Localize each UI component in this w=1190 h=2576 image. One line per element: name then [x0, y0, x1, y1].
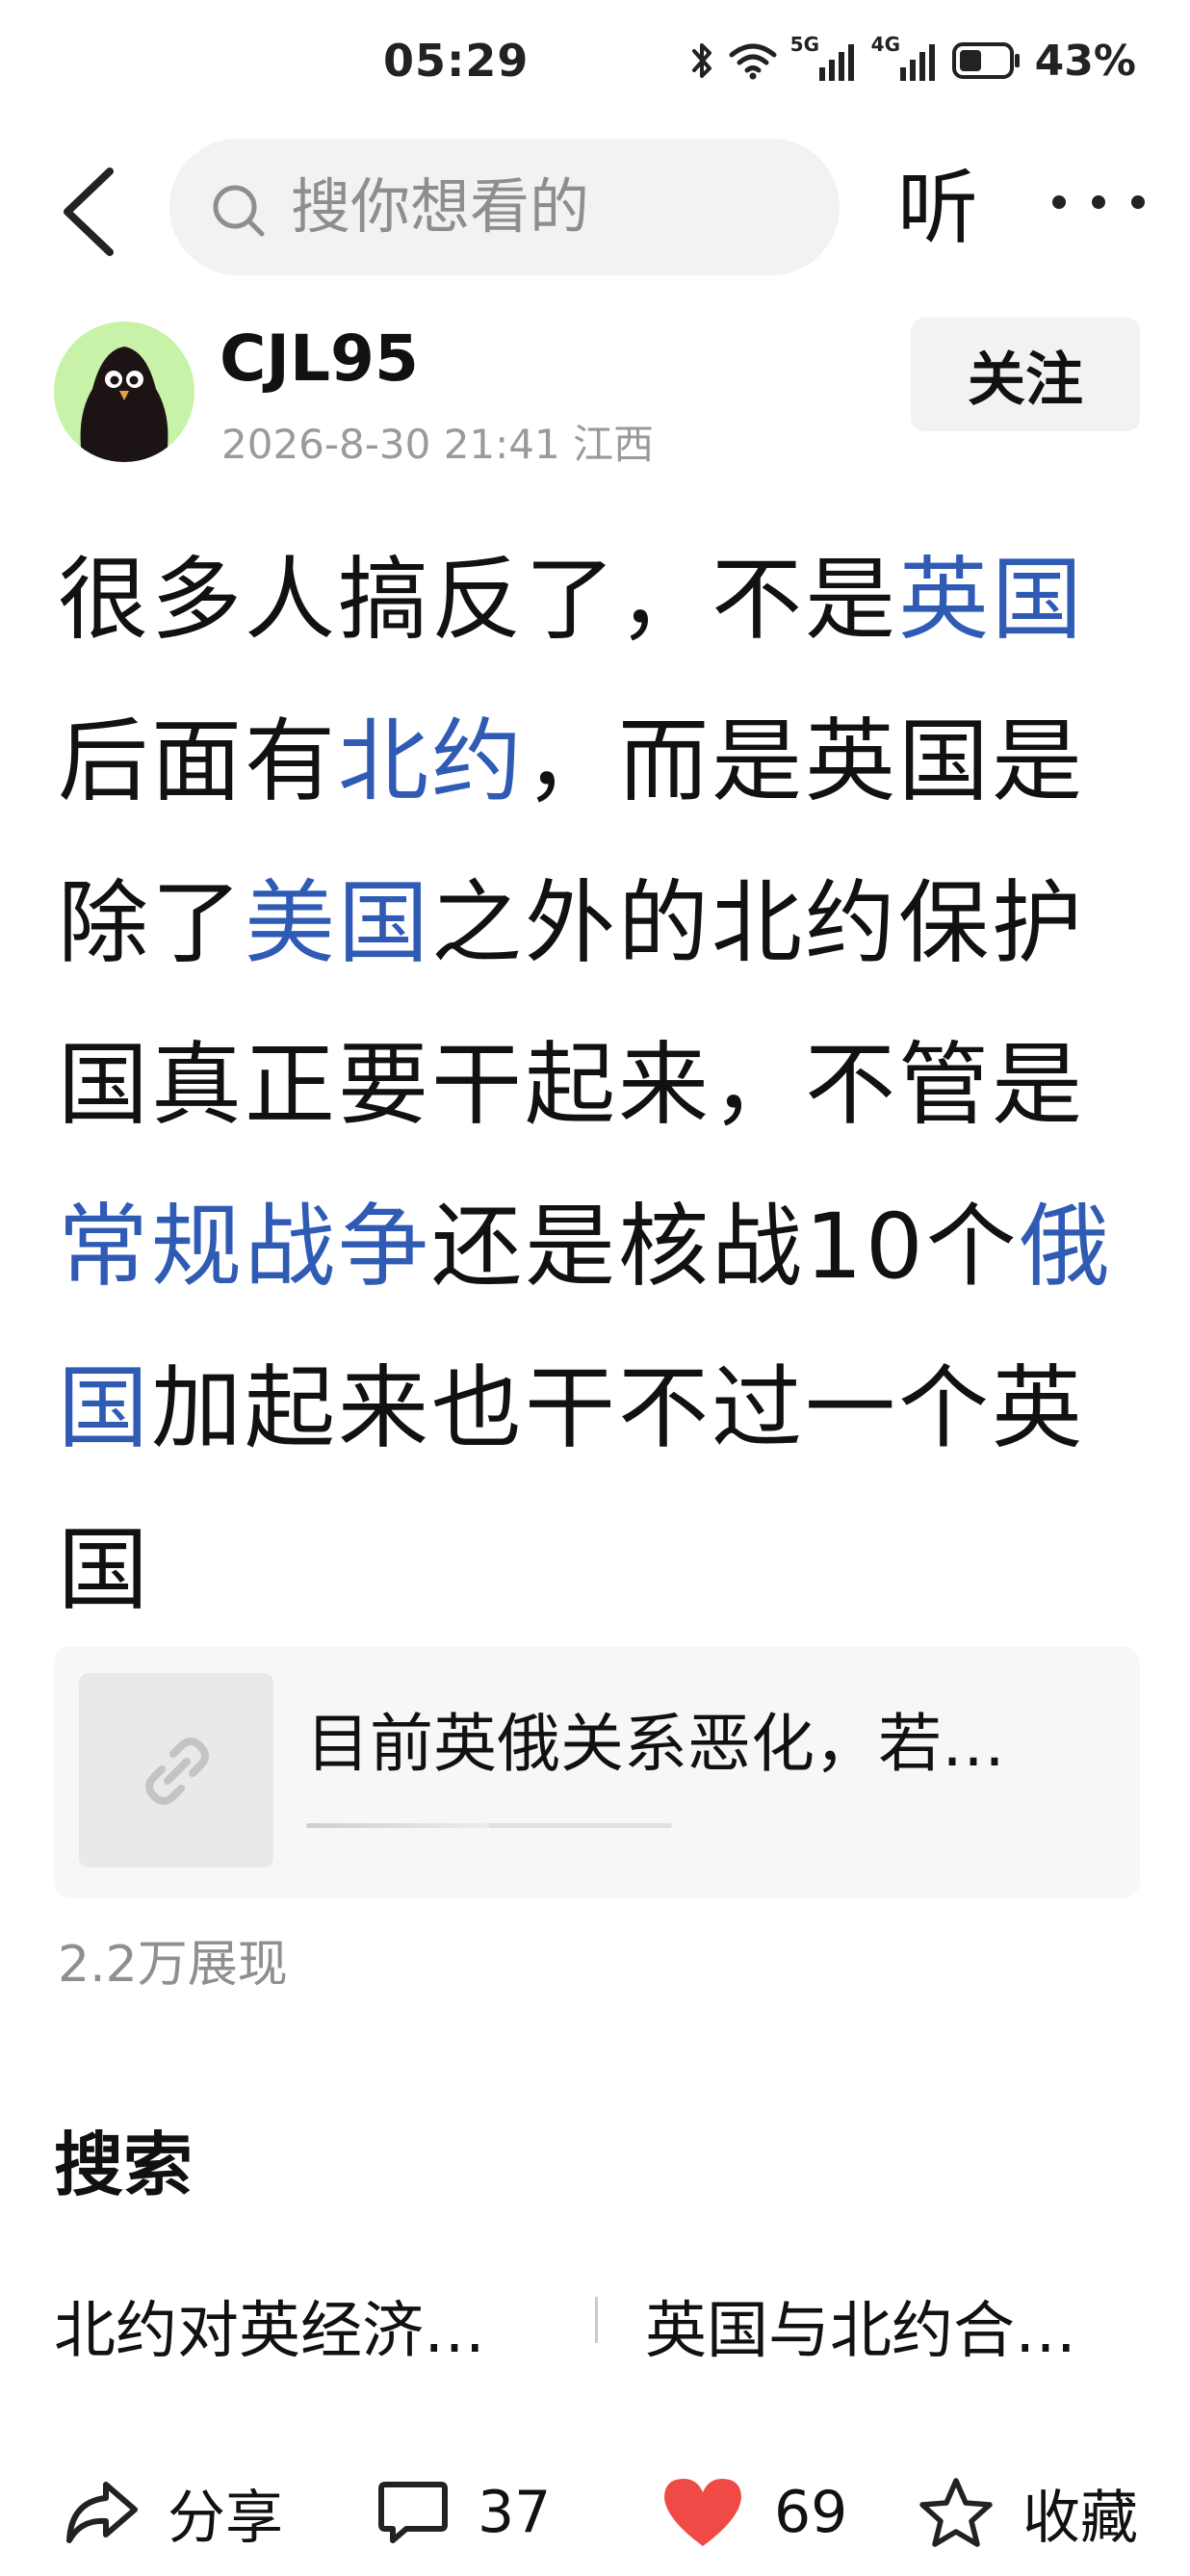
chevron-left-icon — [64, 167, 114, 256]
more-dots-icon — [1052, 195, 1145, 209]
more-options-button[interactable] — [1046, 173, 1151, 231]
action-bar: 分享 37 69 收藏 — [0, 2445, 1190, 2570]
comment-icon — [378, 2482, 448, 2543]
link-loading-fill — [306, 1823, 489, 1828]
keyword-link[interactable]: 常规战争 — [58, 1195, 431, 1300]
post-text-segment: 后面有 — [58, 709, 339, 814]
favorite-label: 收藏 — [1022, 2484, 1138, 2552]
back-button[interactable] — [54, 164, 121, 260]
link-thumbnail — [79, 1673, 273, 1868]
search-icon — [213, 185, 265, 237]
share-button[interactable]: 分享 — [64, 2464, 283, 2561]
like-button[interactable]: 69 — [660, 2464, 847, 2561]
wifi-icon — [729, 41, 777, 80]
post-text-segment: 加起来也干不过一个英国 — [58, 1356, 1086, 1623]
link-title: 目前英俄关系恶化，若… — [306, 1707, 1005, 1781]
battery-percent: 43% — [1034, 36, 1136, 86]
status-icons: 5G 4G 43% — [690, 33, 1136, 86]
search-suggestion[interactable]: 北约对英经济… — [54, 2281, 485, 2370]
link-card[interactable]: 目前英俄关系恶化，若… — [54, 1646, 1140, 1898]
listen-button[interactable]: 听 — [897, 160, 978, 256]
favorite-button[interactable]: 收藏 — [918, 2464, 1138, 2561]
keyword-link[interactable]: 北约 — [338, 709, 525, 814]
post-time-location: 2026-8-30 21:41 江西 — [221, 421, 655, 468]
bird-avatar-icon — [54, 322, 194, 462]
keyword-link[interactable]: 美国 — [245, 871, 431, 976]
heart-icon — [664, 2479, 741, 2546]
battery-icon — [951, 41, 1022, 80]
post-text-segment: 还是核战10个 — [431, 1195, 1020, 1300]
like-count: 69 — [774, 2479, 848, 2546]
signal-4g-icon: 4G — [871, 33, 939, 83]
keyword-link[interactable]: 英国 — [898, 548, 1085, 653]
share-label: 分享 — [168, 2484, 283, 2552]
search-bar[interactable] — [169, 139, 840, 275]
status-time: 05:29 — [383, 35, 530, 87]
author-row: CJL95 2026-8-30 21:41 江西 关注 — [0, 318, 1190, 472]
search-suggestion[interactable]: 英国与北约合… — [645, 2281, 1076, 2370]
signal-5g-icon: 5G — [790, 33, 858, 83]
comment-button[interactable]: 37 — [377, 2464, 551, 2561]
link-icon — [145, 1738, 209, 1805]
bluetooth-icon — [690, 41, 715, 80]
top-nav: 听 — [0, 135, 1190, 279]
comment-count: 37 — [478, 2479, 552, 2546]
follow-button[interactable]: 关注 — [911, 318, 1140, 431]
search-input[interactable] — [291, 167, 811, 245]
divider — [595, 2297, 598, 2343]
view-count: 2.2万展现 — [58, 1936, 288, 1994]
search-section-heading: 搜索 — [54, 2125, 194, 2205]
post-text-segment: 很多人搞反了，不是 — [58, 548, 899, 653]
star-icon — [919, 2478, 993, 2547]
share-icon — [66, 2482, 138, 2543]
post-body: 很多人搞反了，不是英国后面有北约，而是英国是除了美国之外的北约保护国真正要干起来… — [58, 520, 1146, 1652]
status-bar: 05:29 5G 4G 43% — [0, 0, 1190, 135]
author-name[interactable]: CJL95 — [220, 322, 419, 396]
avatar[interactable] — [54, 322, 194, 462]
link-loading-bar — [306, 1823, 672, 1828]
